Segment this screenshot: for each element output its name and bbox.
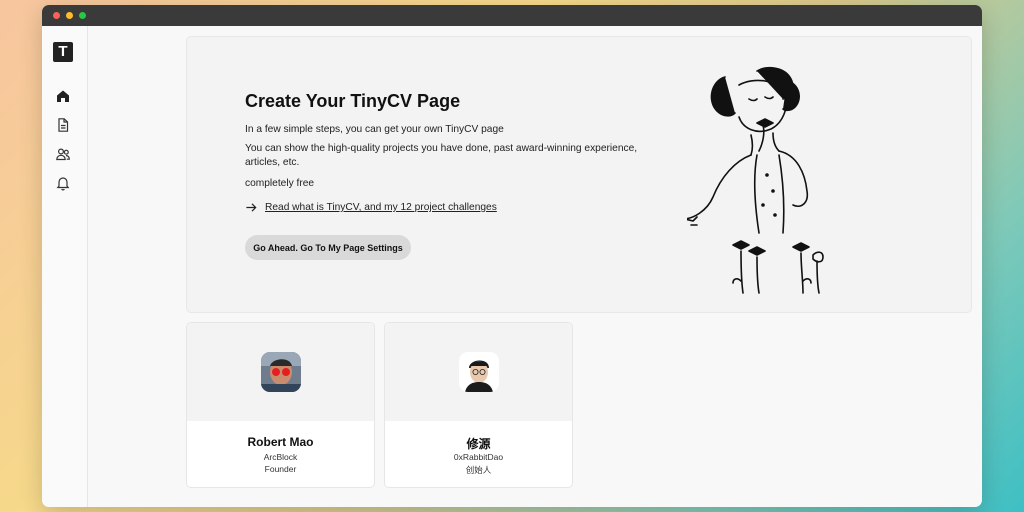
avatar xyxy=(459,352,499,392)
app-window: T Create Your TinyCV Page In a few simpl… xyxy=(42,5,982,507)
hero-line-3: completely free xyxy=(245,178,315,189)
users-icon[interactable] xyxy=(55,146,71,162)
minimize-window-button[interactable] xyxy=(66,12,73,19)
profile-name: Robert Mao xyxy=(247,435,314,449)
avatar xyxy=(261,352,301,392)
document-icon[interactable] xyxy=(55,117,71,133)
hero-card: Create Your TinyCV Page In a few simple … xyxy=(186,36,972,313)
main-content: Create Your TinyCV Page In a few simple … xyxy=(88,26,982,507)
app-logo[interactable]: T xyxy=(53,42,73,62)
woman-smelling-flower-illustration xyxy=(687,66,824,294)
hero-line-2: You can show the high-quality projects y… xyxy=(245,143,638,168)
profile-organization: ArcBlock xyxy=(263,452,298,462)
profile-role: Founder xyxy=(264,464,297,474)
profile-card-header xyxy=(187,323,374,421)
profile-card[interactable]: 修源 0xRabbitDao 创始人 xyxy=(384,322,573,488)
arrow-right-icon xyxy=(246,203,257,212)
profile-name: 修源 xyxy=(466,437,491,451)
read-more-link-text[interactable]: Read what is TinyCV, and my 12 project c… xyxy=(265,202,497,213)
sidebar: T xyxy=(42,26,88,507)
profile-organization: 0xRabbitDao xyxy=(453,452,504,462)
hero-title: Create Your TinyCV Page xyxy=(245,91,461,111)
profile-role: 创始人 xyxy=(465,465,492,475)
maximize-window-button[interactable] xyxy=(79,12,86,19)
go-to-settings-button[interactable]: Go Ahead. Go To My Page Settings xyxy=(245,235,411,260)
profile-card-header xyxy=(385,323,572,421)
title-bar xyxy=(42,5,982,26)
profile-card[interactable]: Robert Mao ArcBlock Founder xyxy=(186,322,375,488)
read-more-link[interactable]: Read what is TinyCV, and my 12 project c… xyxy=(245,201,497,214)
close-window-button[interactable] xyxy=(53,12,60,19)
hero-line-1: In a few simple steps, you can get your … xyxy=(245,124,504,135)
home-icon[interactable] xyxy=(55,88,71,104)
bell-icon[interactable] xyxy=(55,175,71,191)
